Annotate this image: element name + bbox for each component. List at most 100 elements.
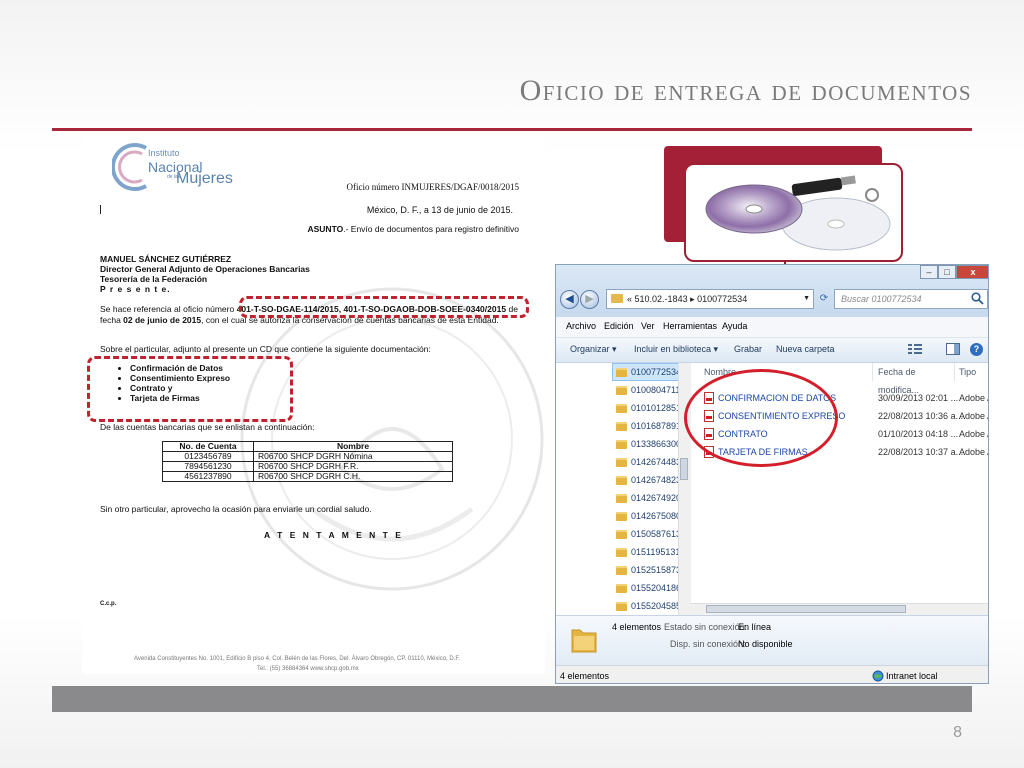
status-bar: 4 elementos Intranet local (556, 665, 988, 683)
search-input[interactable]: Buscar 0100772534 (841, 290, 922, 308)
search-icon[interactable] (971, 292, 984, 305)
folder-icon (616, 440, 627, 450)
new-folder-button[interactable]: Nueva carpeta (776, 344, 835, 354)
logo-line3: Mujeres (176, 170, 233, 187)
tree-folder[interactable]: 0142675080 (616, 507, 681, 525)
highlight-document-list (87, 356, 293, 422)
cd-usb-icon (705, 175, 891, 251)
tree-folder[interactable]: 0151195131 (616, 543, 680, 561)
cell-account: 7894561230 (162, 461, 254, 472)
tree-folder[interactable]: 0100804711 (616, 381, 680, 399)
tree-folder[interactable]: 0152515873 (616, 561, 681, 579)
maximize-button[interactable]: □ (938, 265, 956, 279)
chevron-down-icon[interactable]: ▼ (803, 290, 810, 308)
tree-folder-label: 0152515873 (631, 565, 682, 575)
preview-pane-icon[interactable] (946, 343, 960, 355)
tree-folder[interactable]: 0142674920 (616, 489, 681, 507)
refresh-icon[interactable]: ⟳ (816, 289, 832, 309)
back-button[interactable]: ◀ (560, 290, 579, 309)
include-library-button[interactable]: Incluir en biblioteca ▾ (634, 344, 718, 355)
recipient-name: MANUEL SÁNCHEZ GUTIÉRREZ (100, 254, 232, 264)
file-type: Adobe A (959, 447, 988, 457)
tree-folder[interactable]: 0133866300 (616, 435, 681, 453)
tree-folder-label: 0151195131 (631, 547, 681, 557)
tree-folder[interactable]: 0155204186 (616, 579, 681, 597)
doc-footer-address: Avenida Constituyentes No. 1001, Edifici… (134, 656, 461, 662)
recipient-agency: Tesorería de la Federación (100, 274, 208, 284)
file-date: 22/08/2013 10:37 a.... (878, 447, 966, 457)
address-separator[interactable]: ▸ (690, 294, 695, 304)
folder-icon (616, 458, 627, 468)
tree-folder[interactable]: 0101012851 (616, 399, 681, 417)
folder-icon (616, 530, 627, 540)
tree-folder-label: 0142675080 (631, 511, 682, 521)
atentamente: A T E N T A M E N T E (264, 530, 404, 540)
details-offline-label: Estado sin conexión: (664, 622, 748, 632)
menu-ver[interactable]: Ver (641, 321, 655, 331)
intranet-globe-icon (872, 670, 884, 682)
tree-folder-label: 0101687891 (631, 421, 682, 431)
col-name: Nombre (253, 441, 453, 452)
address-path: « 510.02.-1843 ▸ 0100772534 (627, 290, 747, 308)
tree-folder[interactable]: 0100772534 (616, 363, 681, 381)
column-header-date[interactable]: Fecha de modifica... (878, 363, 955, 395)
folder-icon (611, 294, 623, 303)
ccp: C.c.p. (100, 601, 117, 607)
cd-image-frame (684, 163, 903, 262)
menu-archivo[interactable]: Archivo (566, 321, 596, 331)
file-date: 01/10/2013 04:18 ... (878, 429, 959, 439)
subject: ASUNTO.- Envío de documentos para regist… (307, 224, 519, 234)
tree-folder[interactable]: 0142674823 (616, 471, 681, 489)
organize-button[interactable]: Organizar ▾ (570, 344, 617, 355)
menu-bar: Archivo Edición Ver Herramientas Ayuda (556, 317, 988, 338)
folder-icon (616, 422, 627, 432)
column-header-type[interactable]: Tipo (959, 363, 988, 381)
folder-icon (616, 584, 627, 594)
tree-folder-label: 0101012851 (631, 403, 682, 413)
menu-ayuda[interactable]: Ayuda (722, 321, 747, 331)
details-avail-label: Disp. sin conexión: (670, 639, 746, 649)
file-date: 30/09/2013 02:01 ... (878, 393, 959, 403)
horizontal-scroll-thumb[interactable] (706, 605, 906, 613)
arrow-left-icon: ◀ (565, 293, 574, 305)
search-box[interactable]: Buscar 0100772534 (834, 289, 988, 309)
folder-icon (616, 386, 627, 396)
address-bar[interactable]: « 510.02.-1843 ▸ 0100772534 ▼ (606, 289, 814, 309)
tree-folder[interactable]: 0155204585 (616, 597, 681, 615)
folder-icon (616, 476, 627, 486)
close-button[interactable]: x (956, 265, 988, 279)
minimize-button[interactable]: – (920, 265, 938, 279)
tree-folder[interactable]: 0150587613 (616, 525, 681, 543)
tree-folder-label: 0100772534 (631, 367, 682, 377)
address-chevrons[interactable]: « (627, 294, 632, 304)
table-row: 7894561230 R06700 SHCP DGRH F.R. (162, 461, 453, 472)
folder-icon (616, 512, 627, 522)
cell-account: 4561237890 (162, 471, 254, 482)
title-rule (52, 128, 972, 131)
burn-button[interactable]: Grabar (734, 344, 762, 354)
paragraph-accounts: De las cuentas bancarias que se enlistan… (100, 422, 315, 432)
explorer-window: – □ x ◀ ▶ « 510.02.-1843 ▸ 0100772534 ▼ … (555, 264, 989, 684)
bottom-bar (52, 686, 972, 712)
tree-folder-label: 0133866300 (631, 439, 682, 449)
file-type: Adobe A (959, 411, 988, 421)
menu-herramientas[interactable]: Herramientas (663, 321, 717, 331)
doc-footer-contact: Tel.: (55) 36884364 www.shcp.gob.mx (257, 666, 359, 672)
recipient-title: Director General Adjunto de Operaciones … (100, 264, 310, 274)
cell-account: 0123456789 (162, 451, 254, 462)
paragraph-attachment: Sobre el particular, adjunto al presente… (100, 344, 431, 354)
address-segment[interactable]: 510.02.-1843 (635, 294, 688, 304)
help-icon[interactable]: ? (970, 343, 983, 356)
tree-folder[interactable]: 0142674483 (616, 453, 681, 471)
paragraph-closing: Sin otro particular, aprovecho la ocasió… (100, 504, 372, 514)
view-options-icon[interactable] (908, 343, 922, 355)
address-segment[interactable]: 0100772534 (697, 294, 747, 304)
tree-scroll-thumb[interactable] (680, 458, 688, 480)
place-date: México, D. F., a 13 de junio de 2015. (366, 205, 513, 215)
forward-button[interactable]: ▶ (580, 290, 599, 309)
arrow-right-icon: ▶ (585, 293, 594, 305)
slide-number: 8 (953, 724, 962, 741)
folder-icon (616, 602, 627, 612)
tree-folder[interactable]: 0101687891 (616, 417, 681, 435)
menu-edicion[interactable]: Edición (604, 321, 634, 331)
